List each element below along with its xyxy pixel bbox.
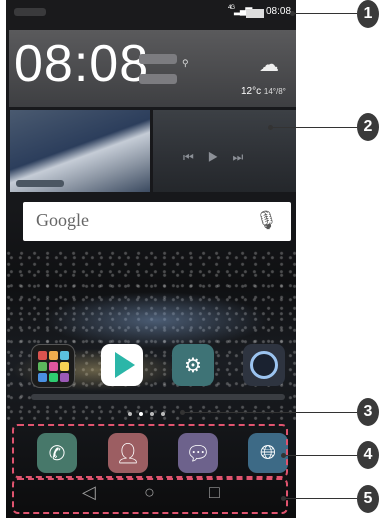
page-dot <box>150 412 154 416</box>
callout-line-1 <box>293 13 357 14</box>
gallery-widget[interactable] <box>10 110 150 192</box>
app-folder[interactable] <box>31 344 75 388</box>
temperature: 12°c 14°/8° <box>241 86 286 97</box>
current-temp: 12°c <box>241 86 262 97</box>
music-controls[interactable]: ⏮▶⏭ <box>183 150 257 165</box>
callout-line-5 <box>284 498 357 499</box>
page-indicator[interactable] <box>128 409 172 418</box>
music-widget[interactable]: ⏮▶⏭ <box>153 110 296 192</box>
page-dot-active <box>139 412 143 416</box>
callout-badge-4: 4 <box>357 441 379 469</box>
cloud-icon: ☁ <box>259 54 279 76</box>
callout-badge-5: 5 <box>357 485 379 513</box>
microphone-icon[interactable]: 🎙︎ <box>255 210 278 231</box>
location-text <box>139 74 177 84</box>
temp-range: 14°/8° <box>263 87 286 96</box>
google-label: Google <box>36 210 89 230</box>
app-labels <box>31 394 285 400</box>
status-time: 08:08 <box>266 6 292 17</box>
gallery-caption <box>16 180 64 187</box>
gear-icon: ⚙ <box>184 354 202 377</box>
clock-weather-widget[interactable]: 08:08 ⚲ ☁ 12°c 14°/8° <box>9 30 296 107</box>
callout-line-3 <box>183 412 357 413</box>
app-settings[interactable]: ⚙ <box>172 344 214 386</box>
app-play-store[interactable] <box>101 344 143 386</box>
app-camera[interactable] <box>243 344 285 386</box>
callout-badge-2: 2 <box>357 113 379 141</box>
phone-screen: 4G▂▄▆ 08:08 08:08 ⚲ ☁ 12°c 14°/8° ⏮▶⏭ Go… <box>6 0 296 518</box>
nav-highlight <box>12 478 288 514</box>
google-search-bar[interactable]: Google 🎙︎ <box>23 202 291 241</box>
battery-icon <box>246 9 264 18</box>
callout-badge-1: 1 <box>357 0 379 28</box>
folder-grid-icon <box>37 350 69 382</box>
play-store-icon <box>115 352 135 378</box>
notification-area <box>14 8 46 16</box>
callout-line-2 <box>271 127 357 128</box>
callout-line-4 <box>284 455 357 456</box>
clock-time: 08:08 <box>14 35 150 93</box>
callout-badge-3: 3 <box>357 398 379 426</box>
date-text <box>139 54 177 64</box>
page-dot <box>128 412 132 416</box>
page-dot <box>161 412 165 416</box>
status-bar: 4G▂▄▆ 08:08 <box>6 0 296 24</box>
network-label: 4G <box>228 5 235 11</box>
location-pin-icon: ⚲ <box>182 58 189 68</box>
dock-highlight <box>12 424 288 478</box>
camera-lens-icon <box>250 351 278 379</box>
